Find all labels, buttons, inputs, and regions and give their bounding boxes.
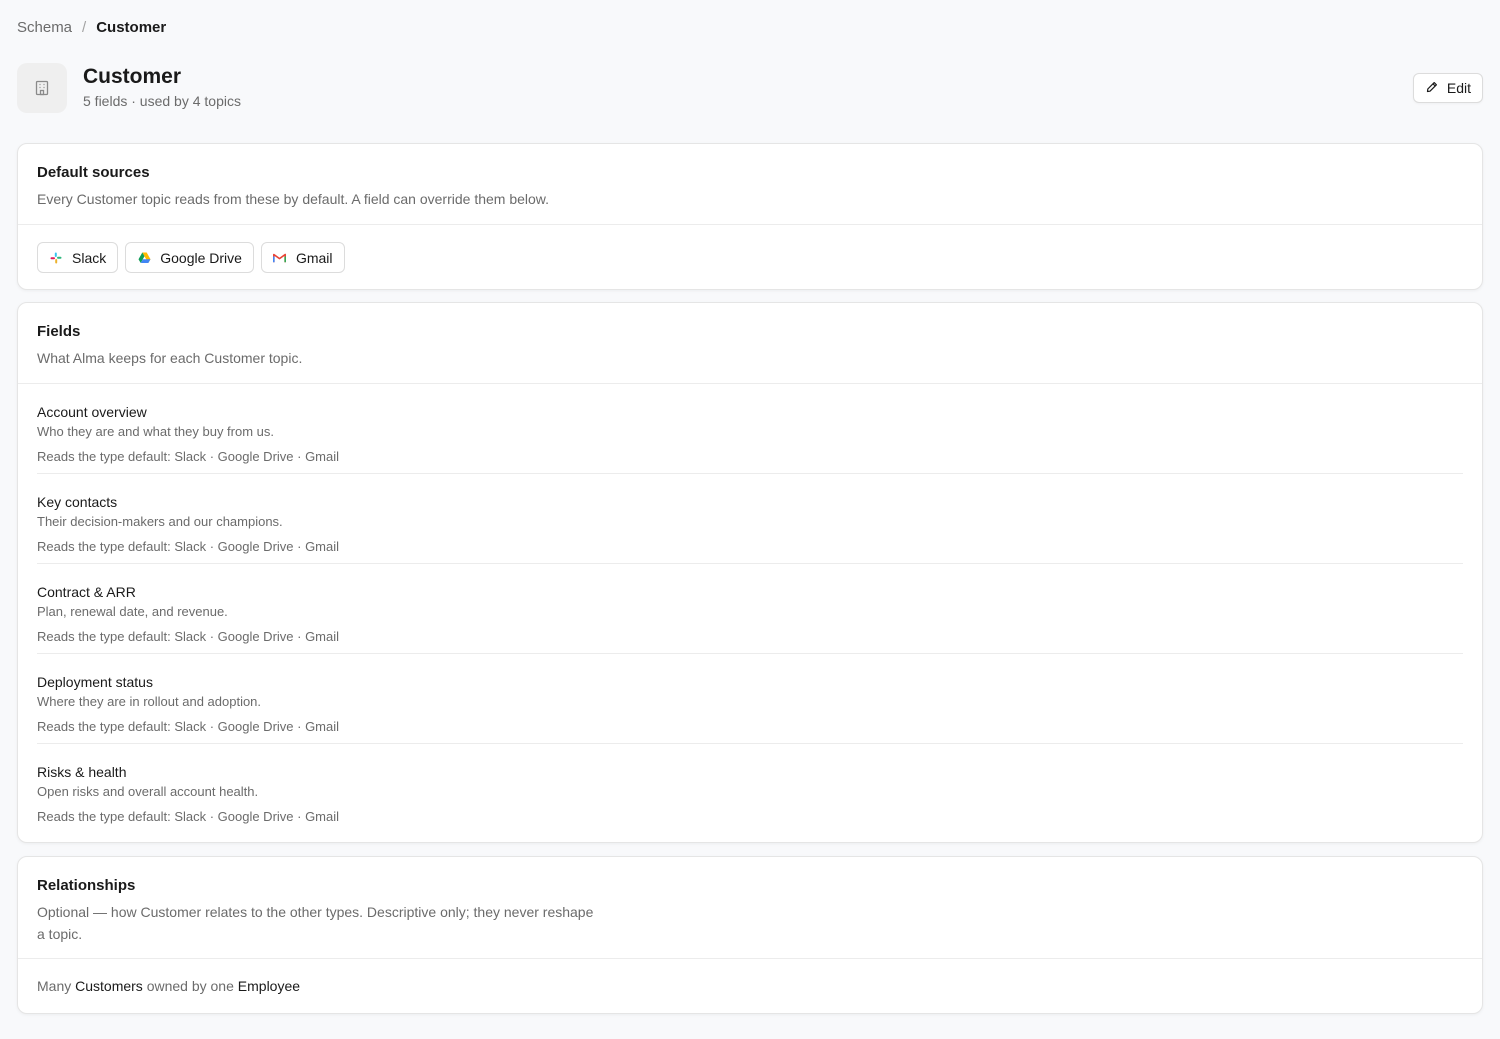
breadcrumb-separator: / — [82, 18, 87, 36]
default-sources-description: Every Customer topic reads from these by… — [37, 191, 550, 207]
field-item-account-overview[interactable]: Account overview Who they are and what t… — [37, 384, 1463, 474]
slack-icon — [49, 251, 63, 265]
field-item-contract-arr[interactable]: Contract & ARR Plan, renewal date, and r… — [37, 564, 1463, 654]
field-item-key-contacts[interactable]: Key contacts Their decision-makers and o… — [37, 474, 1463, 564]
field-description: Who they are and what they buy from us. — [37, 424, 275, 439]
default-sources-card: Default sources Every Customer topic rea… — [17, 143, 1483, 290]
field-description: Where they are in rollout and adoption. — [37, 694, 262, 709]
relationships-description: Optional — how Customer relates to the o… — [37, 904, 594, 942]
field-name: Account overview — [37, 404, 147, 420]
fields-description: What Alma keeps for each Customer topic. — [37, 350, 303, 366]
source-chip-label: Gmail — [295, 249, 333, 266]
gmail-icon — [273, 251, 287, 265]
field-list: Account overview Who they are and what t… — [18, 384, 1482, 834]
relationship-subject: Customers — [75, 978, 143, 994]
field-sources: Reads the type default: Slack · Google D… — [37, 539, 340, 554]
fields-title: Fields — [37, 323, 81, 340]
field-name: Deployment status — [37, 674, 153, 690]
source-chip-label: Slack — [72, 249, 107, 266]
google-drive-icon — [137, 251, 151, 265]
field-sources: Reads the type default: Slack · Google D… — [37, 449, 340, 464]
fields-card: Fields What Alma keeps for each Customer… — [17, 302, 1483, 843]
field-name: Risks & health — [37, 764, 127, 780]
source-chip-label: Google Drive — [160, 249, 242, 266]
fields-header: Fields What Alma keeps for each Customer… — [18, 303, 1482, 384]
field-description: Open risks and overall account health. — [37, 784, 259, 799]
field-name: Key contacts — [37, 494, 118, 510]
edit-button-label: Edit — [1446, 80, 1471, 96]
field-sources: Reads the type default: Slack · Google D… — [37, 809, 340, 824]
field-sources: Reads the type default: Slack · Google D… — [37, 719, 340, 734]
relationships-card: Relationships Optional — how Customer re… — [17, 856, 1483, 1014]
source-chip-google-drive[interactable]: Google Drive — [125, 242, 254, 273]
relationship-row: Many Customers owned by one Employee — [18, 959, 1482, 996]
building-icon — [17, 63, 67, 113]
field-description: Plan, renewal date, and revenue. — [37, 604, 228, 619]
breadcrumb-schema-link[interactable]: Schema — [17, 19, 72, 36]
page-subtitle: 5 fields · used by 4 topics — [83, 93, 241, 109]
pencil-icon — [1426, 80, 1438, 96]
breadcrumb: Schema / Customer — [17, 17, 166, 37]
field-description: Their decision-makers and our champions. — [37, 514, 283, 529]
field-name: Contract & ARR — [37, 584, 136, 600]
default-sources-title: Default sources — [37, 164, 150, 181]
relationship-object: Employee — [237, 978, 301, 994]
field-sources: Reads the type default: Slack · Google D… — [37, 629, 340, 644]
relationship-verb: owned by one — [146, 978, 234, 994]
source-chip-slack[interactable]: Slack — [37, 242, 119, 273]
field-item-risks-health[interactable]: Risks & health Open risks and overall ac… — [37, 744, 1463, 834]
source-chip-list: Slack Google Drive Gmail — [18, 225, 1482, 273]
relationships-title: Relationships — [37, 877, 136, 894]
field-item-deployment-status[interactable]: Deployment status Where they are in roll… — [37, 654, 1463, 744]
breadcrumb-current: Customer — [96, 18, 167, 36]
default-sources-header: Default sources Every Customer topic rea… — [18, 144, 1482, 225]
edit-button[interactable]: Edit — [1412, 73, 1483, 103]
page-header: Customer 5 fields · used by 4 topics Edi… — [17, 63, 1483, 115]
relationships-header: Relationships Optional — how Customer re… — [18, 857, 1482, 959]
page-title: Customer — [83, 65, 182, 88]
source-chip-gmail[interactable]: Gmail — [260, 242, 345, 273]
relationship-prefix: Many — [37, 978, 72, 994]
